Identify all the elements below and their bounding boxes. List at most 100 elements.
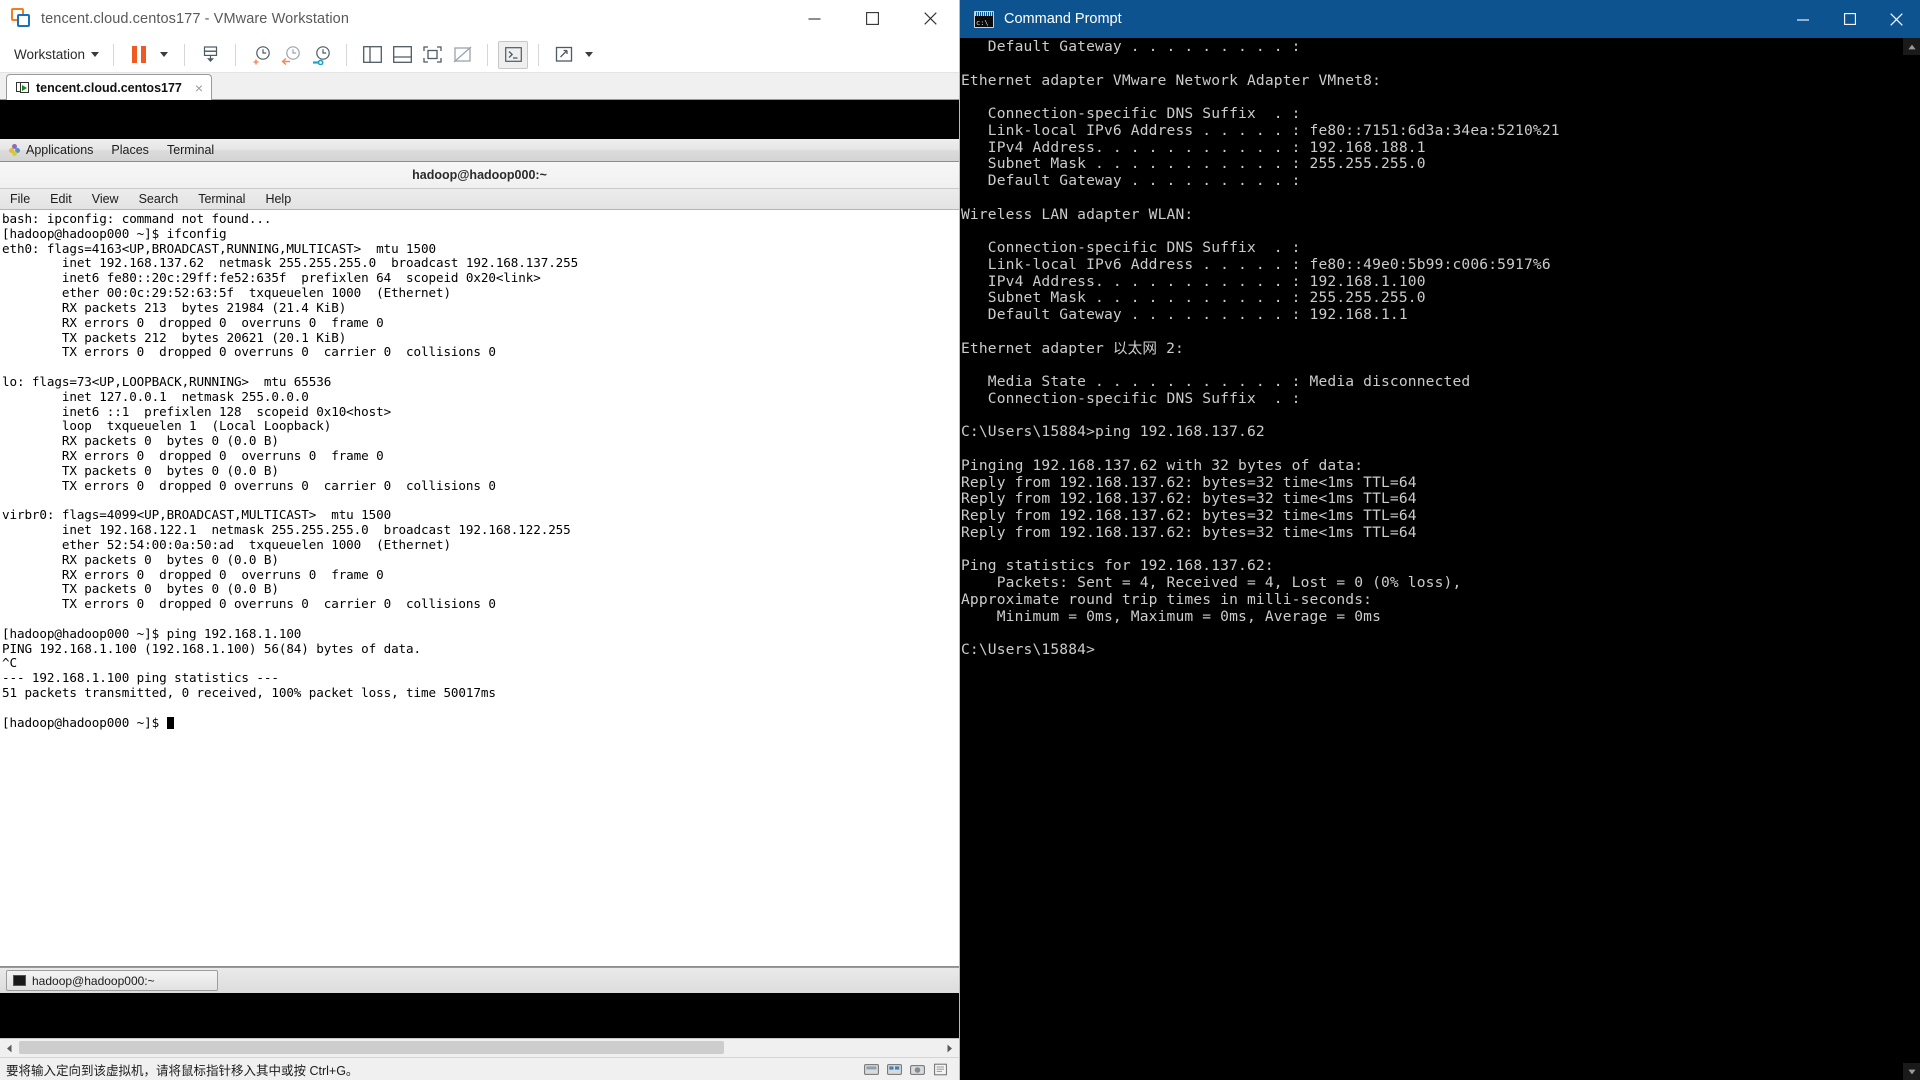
applications-menu[interactable]: Applications [0, 139, 102, 161]
take-snapshot-button[interactable] [246, 41, 276, 69]
vm-tab[interactable]: tencent.cloud.centos177 × [6, 74, 213, 100]
stretch-dropdown-button[interactable] [579, 41, 599, 69]
camera-icon[interactable] [908, 1061, 927, 1078]
vmware-status-bar: 要将输入定向到该虚拟机，请将鼠标指针移入其中或按 Ctrl+G。 [0, 1057, 959, 1080]
menu-edit[interactable]: Edit [40, 192, 82, 206]
status-bar-text: 要将输入定向到该虚拟机，请将鼠标指针移入其中或按 Ctrl+G。 [6, 1063, 359, 1078]
virtual-machine-running-icon [16, 81, 29, 94]
command-prompt-title: Command Prompt [1004, 11, 1122, 27]
vmware-window-controls [785, 0, 959, 37]
stretch-guest-button[interactable] [549, 41, 579, 69]
terminal-menu-label: Terminal [166, 143, 215, 157]
terminal-menu[interactable]: Terminal [158, 139, 223, 161]
vmware-workstation-window: tencent.cloud.centos177 - VMware Worksta… [0, 0, 960, 1080]
scroll-up-icon[interactable] [1903, 38, 1920, 55]
workstation-menu-button[interactable]: Workstation [10, 44, 103, 65]
gnome-terminal-window: hadoop@hadoop000:~ File Edit View Search… [0, 162, 959, 967]
revert-snapshot-button[interactable] [276, 41, 306, 69]
show-thumbnails-button[interactable] [387, 41, 417, 69]
printer-icon[interactable] [931, 1061, 950, 1078]
scroll-down-icon[interactable] [1903, 1063, 1920, 1080]
unity-mode-icon [453, 46, 471, 63]
command-prompt-body-wrap: Default Gateway . . . . . . . . . : Ethe… [960, 38, 1920, 1080]
terminal-output[interactable]: bash: ipconfig: command not found... [ha… [0, 210, 959, 966]
enter-fullscreen-button[interactable] [417, 41, 447, 69]
gnome-taskbar: hadoop@hadoop000:~ [0, 967, 959, 993]
manage-snapshots-icon [312, 45, 330, 65]
terminal-cursor [166, 716, 174, 729]
menu-search[interactable]: Search [129, 192, 189, 206]
toolbar-divider [184, 43, 186, 66]
taskbar-window-label: hadoop@hadoop000:~ [32, 973, 155, 988]
chevron-down-icon [585, 52, 594, 57]
gnome-terminal-title: hadoop@hadoop000:~ [0, 162, 959, 188]
command-prompt-scrollbar[interactable] [1903, 38, 1920, 1080]
snapshot-manager-icon [203, 46, 217, 62]
toolbar-divider [487, 43, 489, 66]
snapshot-manager-button[interactable] [195, 41, 225, 69]
terminal-icon [13, 975, 26, 986]
chevron-down-icon [160, 52, 169, 57]
show-library-icon [362, 46, 382, 63]
vmware-window-title: tencent.cloud.centos177 - VMware Worksta… [41, 10, 349, 27]
vm-tab-label: tencent.cloud.centos177 [36, 80, 182, 95]
places-menu-label: Places [111, 143, 149, 157]
revert-snapshot-icon [280, 45, 300, 65]
toolbar-divider [113, 43, 115, 66]
maximize-icon[interactable] [1826, 0, 1873, 38]
vmware-titlebar: tencent.cloud.centos177 - VMware Worksta… [0, 0, 959, 37]
chevron-down-icon [91, 52, 100, 57]
toolbar-divider [235, 43, 237, 66]
workstation-menu-label: Workstation [14, 47, 86, 62]
gnome-terminal-menubar: File Edit View Search Terminal Help [0, 188, 959, 210]
maximize-icon[interactable] [843, 0, 901, 37]
show-library-button[interactable] [357, 41, 387, 69]
command-prompt-output[interactable]: Default Gateway . . . . . . . . . : Ethe… [960, 38, 1903, 1080]
guest-screen[interactable]: Applications Places Terminal hadoop@hado… [0, 100, 959, 1038]
vm-tab-strip: tencent.cloud.centos177 × [0, 73, 959, 100]
menu-file[interactable]: File [0, 192, 40, 206]
scroll-right-icon[interactable] [940, 1039, 959, 1057]
status-bar-device-icons [862, 1061, 959, 1078]
take-snapshot-icon [253, 45, 270, 64]
scrollbar-track[interactable] [19, 1039, 940, 1057]
gnome-foot-icon [9, 144, 20, 156]
scroll-left-icon[interactable] [0, 1039, 19, 1057]
close-icon[interactable] [1873, 0, 1920, 38]
terminal-text: bash: ipconfig: command not found... [ha… [2, 211, 579, 730]
gnome-top-panel: Applications Places Terminal [0, 139, 959, 162]
power-dropdown-button[interactable] [154, 41, 174, 69]
taskbar-window-button[interactable]: hadoop@hadoop000:~ [6, 970, 218, 991]
menu-terminal[interactable]: Terminal [188, 192, 255, 206]
network-icon[interactable] [885, 1061, 904, 1078]
toolbar-divider [346, 43, 348, 66]
fullscreen-icon [422, 46, 442, 63]
guest-horizontal-scrollbar[interactable] [0, 1038, 959, 1057]
applications-menu-label: Applications [26, 143, 94, 157]
unity-mode-button[interactable] [447, 41, 477, 69]
menu-view[interactable]: View [82, 192, 129, 206]
command-prompt-icon [974, 10, 994, 28]
show-thumbnails-icon [392, 46, 412, 63]
vmware-toolbar: Workstation [0, 37, 959, 73]
pause-vm-button[interactable] [124, 41, 154, 69]
stretch-icon [555, 46, 572, 62]
console-icon [504, 47, 522, 62]
command-prompt-window: Command Prompt Default Gateway . . . . .… [960, 0, 1920, 1080]
scrollbar-thumb[interactable] [19, 1041, 724, 1054]
places-menu[interactable]: Places [102, 139, 158, 161]
hard-disk-icon[interactable] [862, 1061, 881, 1078]
close-icon[interactable] [901, 0, 959, 37]
minimize-icon[interactable] [785, 0, 843, 37]
toolbar-divider [538, 43, 540, 66]
manage-snapshots-button[interactable] [306, 41, 336, 69]
vmware-logo-icon [11, 8, 32, 29]
command-prompt-titlebar: Command Prompt [960, 0, 1920, 38]
minimize-icon[interactable] [1779, 0, 1826, 38]
pause-icon [132, 46, 146, 63]
scrollbar-track[interactable] [1903, 55, 1920, 1063]
menu-help[interactable]: Help [255, 192, 301, 206]
close-tab-icon[interactable]: × [195, 80, 203, 96]
command-prompt-window-controls [1779, 0, 1920, 38]
console-view-button[interactable] [498, 40, 529, 69]
